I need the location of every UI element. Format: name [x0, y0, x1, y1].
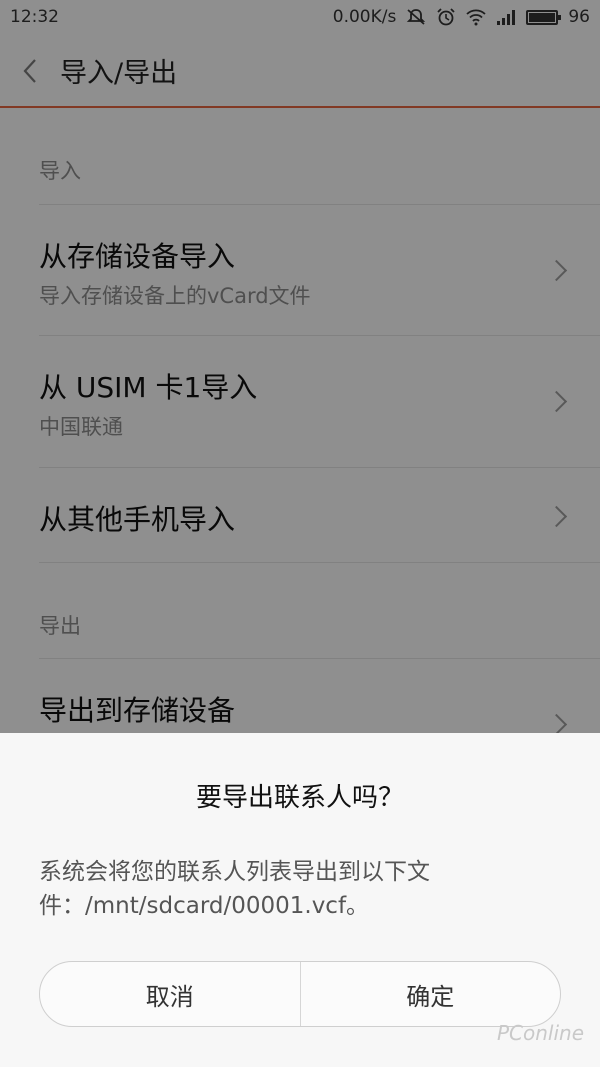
confirm-button[interactable]: 确定 [301, 962, 561, 1026]
watermark-logo: PConline [496, 1021, 584, 1045]
cancel-button[interactable]: 取消 [40, 962, 300, 1026]
export-confirm-dialog: 要导出联系人吗？ 系统会将您的联系人列表导出到以下文件：/mnt/sdcard/… [0, 733, 600, 1067]
dialog-title: 要导出联系人吗？ [195, 783, 404, 813]
dialog-button-group: 取消 确定 [39, 961, 561, 1027]
dialog-message: 系统会将您的联系人列表导出到以下文件：/mnt/sdcard/00001.vcf… [39, 859, 430, 919]
